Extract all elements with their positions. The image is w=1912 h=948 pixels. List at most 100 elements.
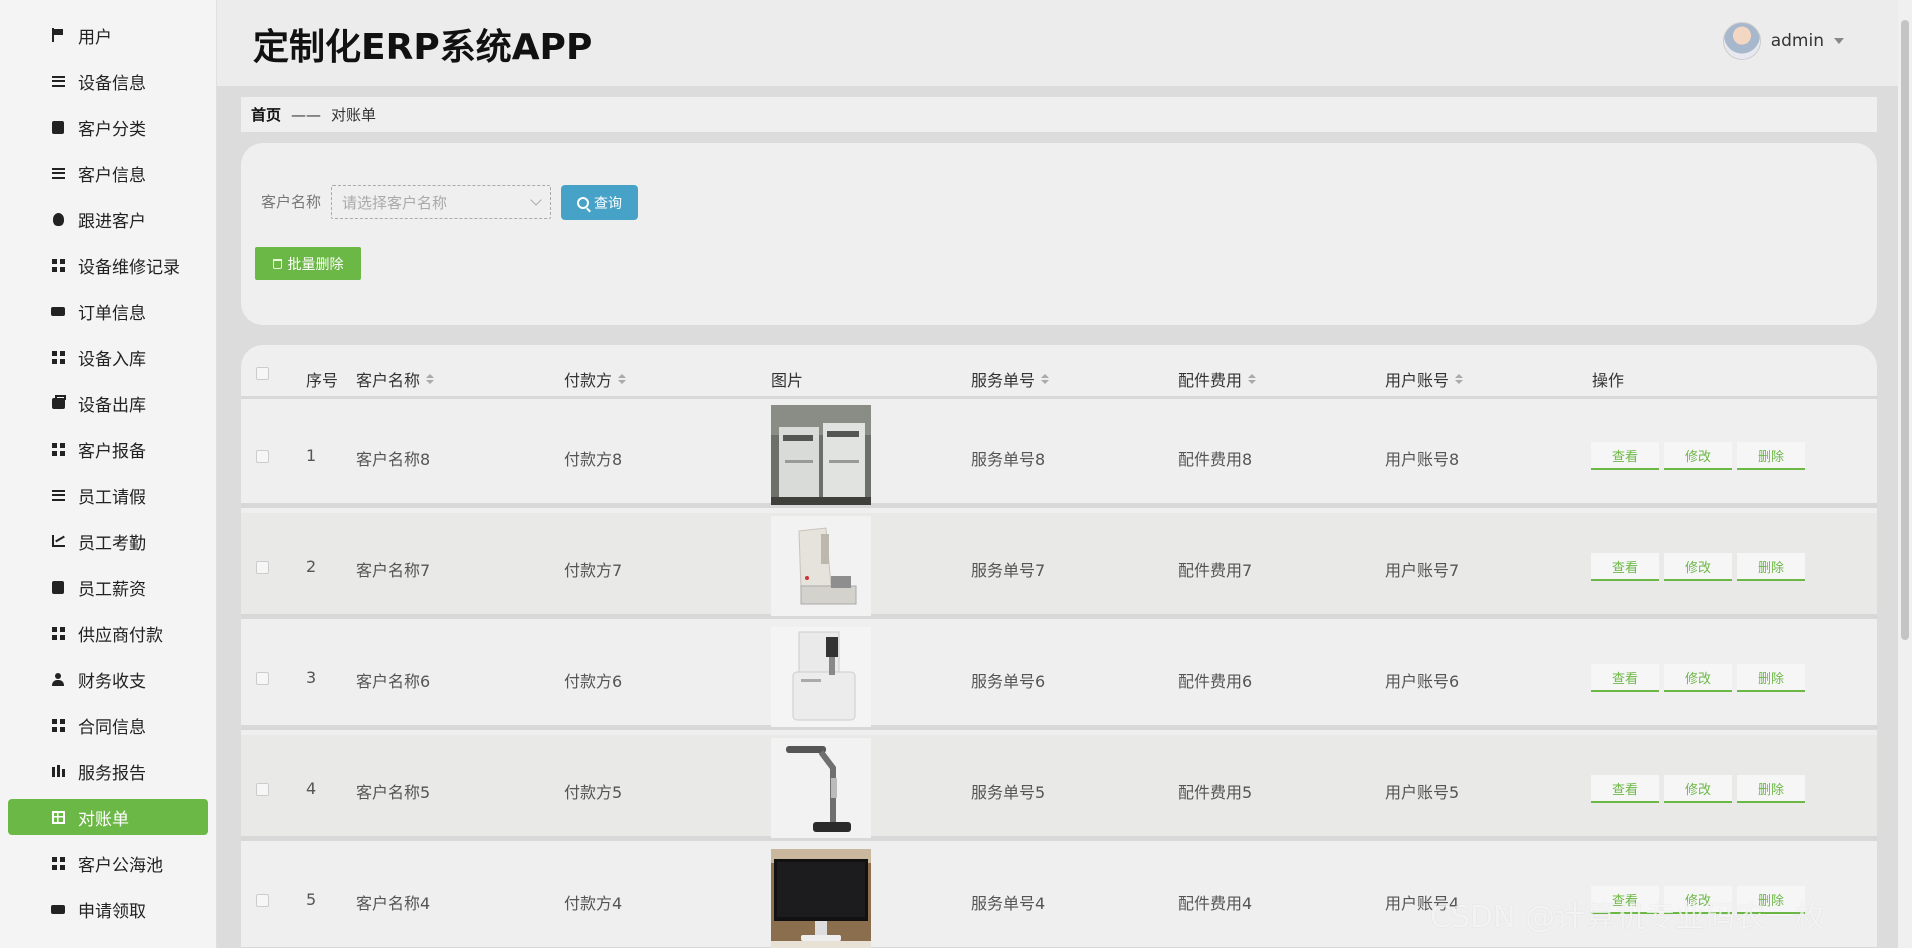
breadcrumb-home[interactable]: 首页	[251, 104, 281, 125]
batch-delete-label: 批量删除	[287, 256, 344, 273]
sidebar-item-users[interactable]: 用户	[8, 17, 208, 53]
list-icon	[50, 165, 66, 181]
sidebar-item-device-info[interactable]: 设备信息	[8, 63, 208, 99]
delete-button[interactable]: 删除	[1737, 775, 1805, 803]
page-scrollbar[interactable]	[1898, 0, 1912, 948]
delete-button[interactable]: 删除	[1737, 553, 1805, 581]
document-camera-image[interactable]	[771, 738, 871, 838]
sidebar-item-order-info[interactable]: 订单信息	[8, 293, 208, 329]
grid-icon	[50, 349, 66, 365]
sidebar-item-customer-info[interactable]: 客户信息	[8, 155, 208, 191]
column-header-account[interactable]: 用户账号	[1385, 367, 1464, 391]
sidebar-item-label: 员工薪资	[78, 579, 146, 600]
sidebar-item-supplier-payment[interactable]: 供应商付款	[8, 615, 208, 651]
sidebar-item-device-outbound[interactable]: 设备出库	[8, 385, 208, 421]
sidebar-item-statement[interactable]: 对账单	[8, 799, 208, 835]
row-actions: 查看 修改 删除	[1591, 664, 1805, 692]
breadcrumb-separator: ——	[291, 105, 322, 124]
sidebar-item-customer-category[interactable]: 客户分类	[8, 109, 208, 145]
sidebar-item-label: 服务报告	[78, 763, 146, 784]
sidebar-item-staff-salary[interactable]: 员工薪资	[8, 569, 208, 605]
cell-account: 用户账号6	[1385, 672, 1460, 691]
cell-index: 2	[306, 557, 317, 576]
column-header-service-no[interactable]: 服务单号	[971, 367, 1050, 391]
monitor-image[interactable]	[771, 849, 871, 948]
chart-icon	[50, 533, 66, 549]
top-header: 定制化ERP系统APP admin	[217, 0, 1912, 86]
sidebar-item-label: 设备信息	[78, 73, 146, 94]
delete-button[interactable]: 删除	[1737, 664, 1805, 692]
grid-icon	[50, 717, 66, 733]
customer-name-select[interactable]: 请选择客户名称	[331, 185, 551, 219]
cell-account: 用户账号5	[1385, 783, 1460, 802]
app-title: 定制化ERP系统APP	[253, 27, 593, 68]
sidebar-item-follow-customer[interactable]: 跟进客户	[8, 201, 208, 237]
table-row: 3 客户名称6 付款方6 服务单号6 配件费用6 用户账号6 查看 修改 删除	[241, 624, 1877, 730]
copier-machines-image[interactable]	[771, 405, 871, 505]
breadcrumb-current: 对账单	[331, 106, 377, 124]
select-all-checkbox[interactable]	[256, 367, 269, 380]
cell-service-no: 服务单号8	[971, 450, 1046, 469]
select-placeholder: 请选择客户名称	[342, 194, 448, 212]
bulb-icon	[50, 211, 66, 227]
edit-button[interactable]: 修改	[1664, 553, 1732, 581]
edit-button[interactable]: 修改	[1664, 664, 1732, 692]
user-icon	[50, 671, 66, 687]
sidebar-item-label: 客户公海池	[78, 855, 163, 876]
row-checkbox[interactable]	[256, 672, 269, 685]
sidebar-item-service-report[interactable]: 服务报告	[8, 753, 208, 789]
column-header-customer[interactable]: 客户名称	[356, 367, 435, 391]
grid-icon	[50, 441, 66, 457]
row-checkbox[interactable]	[256, 450, 269, 463]
edit-button[interactable]: 修改	[1664, 442, 1732, 470]
cell-parts-fee: 配件费用8	[1178, 450, 1253, 469]
sidebar-item-customer-report[interactable]: 客户报备	[8, 431, 208, 467]
ticket-icon	[50, 901, 66, 917]
cell-payer: 付款方4	[564, 894, 623, 913]
sort-icon	[426, 374, 435, 384]
sidebar-item-label: 设备出库	[78, 395, 146, 416]
view-button[interactable]: 查看	[1591, 775, 1659, 803]
view-button[interactable]: 查看	[1591, 442, 1659, 470]
row-checkbox[interactable]	[256, 561, 269, 574]
query-button[interactable]: 查询	[561, 185, 638, 220]
column-header-parts-fee[interactable]: 配件费用	[1178, 367, 1257, 391]
sidebar-item-finance[interactable]: 财务收支	[8, 661, 208, 697]
sidebar-item-staff-leave[interactable]: 员工请假	[8, 477, 208, 513]
cell-parts-fee: 配件费用6	[1178, 672, 1253, 691]
search-panel: 客户名称 请选择客户名称 查询 批量删除	[241, 143, 1877, 325]
binding-machine-image[interactable]	[771, 516, 871, 616]
sidebar-item-label: 跟进客户	[78, 211, 146, 232]
table-header: 序号 客户名称 付款方 图片 服务单号 配件费用 用户账号 操作	[241, 345, 1877, 399]
flag-icon	[50, 27, 66, 43]
sidebar-item-apply-claim[interactable]: 申请领取	[8, 891, 208, 927]
view-button[interactable]: 查看	[1591, 553, 1659, 581]
view-button[interactable]: 查看	[1591, 664, 1659, 692]
sort-icon	[1248, 374, 1257, 384]
sidebar-item-label: 订单信息	[78, 303, 146, 324]
sidebar-item-repair-records[interactable]: 设备维修记录	[8, 247, 208, 283]
caret-down-icon	[1834, 38, 1844, 44]
edit-button[interactable]: 修改	[1664, 775, 1732, 803]
sidebar-item-contract-info[interactable]: 合同信息	[8, 707, 208, 743]
chevron-down-icon	[530, 194, 542, 206]
column-header-payer[interactable]: 付款方	[564, 367, 627, 391]
sidebar-item-label: 合同信息	[78, 717, 146, 738]
sidebar-item-device-inbound[interactable]: 设备入库	[8, 339, 208, 375]
user-menu[interactable]: admin	[1722, 22, 1844, 60]
punch-binder-image[interactable]	[771, 627, 871, 727]
query-button-label: 查询	[594, 195, 622, 212]
batch-delete-button[interactable]: 批量删除	[255, 247, 361, 280]
sidebar-item-customer-pool[interactable]: 客户公海池	[8, 845, 208, 881]
cell-account: 用户账号7	[1385, 561, 1460, 580]
sidebar-item-staff-attendance[interactable]: 员工考勤	[8, 523, 208, 559]
sidebar-item-label: 客户信息	[78, 165, 146, 186]
cell-payer: 付款方6	[564, 672, 623, 691]
cell-service-no: 服务单号4	[971, 894, 1046, 913]
delete-button[interactable]: 删除	[1737, 442, 1805, 470]
column-header-index: 序号	[306, 371, 339, 390]
cell-customer: 客户名称6	[356, 672, 431, 691]
row-checkbox[interactable]	[256, 894, 269, 907]
scrollbar-thumb[interactable]	[1901, 20, 1909, 640]
row-checkbox[interactable]	[256, 783, 269, 796]
